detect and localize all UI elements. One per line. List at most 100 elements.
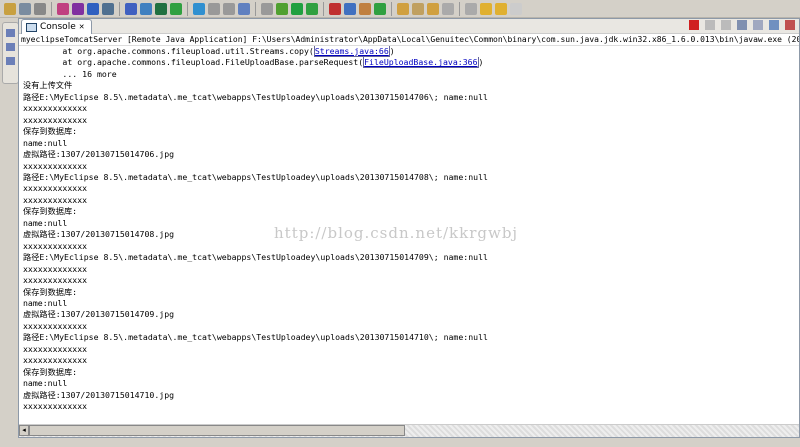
console-line: at org.apache.commons.fileupload.FileUpl… — [23, 57, 799, 69]
toolbar-button-icon[interactable] — [397, 2, 409, 15]
line-text: 虚拟路径:1307/20130715014709.jpg — [23, 309, 175, 320]
toolbar-button-icon[interactable] — [359, 2, 371, 15]
toolbar-button-icon[interactable] — [495, 2, 507, 15]
line-text: ... 16 more — [23, 68, 117, 79]
scroll-lock-button[interactable] — [753, 20, 763, 30]
console-line: xxxxxxxxxxxxx — [23, 344, 799, 355]
toolbar-button-icon[interactable] — [34, 2, 46, 15]
line-text: xxxxxxxxxxxxx — [23, 240, 88, 251]
toolbar-button-icon[interactable] — [155, 2, 167, 15]
line-text: 保存到数据库: — [23, 366, 78, 377]
display-console-button[interactable] — [785, 20, 795, 30]
toolbar-button-icon[interactable] — [102, 2, 114, 15]
terminate-button[interactable] — [689, 20, 699, 30]
console-line: name:null — [23, 378, 799, 389]
line-text: 保存到数据库: — [23, 126, 78, 137]
toolbar-button-icon[interactable] — [238, 2, 250, 15]
line-text: xxxxxxxxxxxxx — [23, 275, 88, 286]
console-line: xxxxxxxxxxxxx — [23, 195, 799, 206]
console-line: xxxxxxxxxxxxx — [23, 275, 799, 286]
line-text: xxxxxxxxxxxxx — [23, 194, 88, 205]
toolbar-button-icon[interactable] — [170, 2, 182, 15]
restore-icon[interactable] — [6, 29, 15, 37]
console-line: 虚拟路径:1307/20130715014706.jpg — [23, 149, 799, 160]
minimized-view-stack[interactable] — [2, 22, 19, 84]
line-text: 虚拟路径:1307/20130715014710.jpg — [23, 389, 175, 400]
toolbar-button-icon[interactable] — [374, 2, 386, 15]
close-icon[interactable]: ✕ — [79, 20, 85, 34]
tab-label: Console — [40, 22, 76, 32]
line-text: 保存到数据库: — [23, 286, 78, 297]
view-icon[interactable] — [6, 57, 15, 65]
pin-console-button[interactable] — [769, 20, 779, 30]
console-line: xxxxxxxxxxxxx — [23, 241, 799, 252]
toolbar-button-icon[interactable] — [276, 2, 288, 15]
line-text: ) — [389, 46, 395, 56]
toolbar-button-icon[interactable] — [223, 2, 235, 15]
toolbar-separator — [187, 1, 188, 16]
toolbar-separator — [119, 1, 120, 16]
toolbar-button-icon[interactable] — [125, 2, 137, 15]
console-line: 没有上传文件 — [23, 80, 799, 91]
console-line: 保存到数据库: — [23, 367, 799, 378]
console-line: 保存到数据库: — [23, 206, 799, 217]
console-line: 路径E:\MyEclipse 8.5\.metadata\.me_tcat\we… — [23, 252, 799, 263]
scrollbar-thumb[interactable] — [29, 425, 405, 436]
console-toolbar — [689, 20, 795, 30]
toolbar-button-icon[interactable] — [329, 2, 341, 15]
line-text: 路径E:\MyEclipse 8.5\.metadata\.me_tcat\we… — [23, 332, 488, 343]
line-text: 路径E:\MyEclipse 8.5\.metadata\.me_tcat\we… — [23, 252, 488, 263]
toolbar-button-icon[interactable] — [306, 2, 318, 15]
view-tab-bar: Console ✕ — [19, 19, 799, 34]
stacktrace-link[interactable]: FileUploadBase.java:366 — [363, 57, 479, 69]
line-text: xxxxxxxxxxxxx — [23, 160, 88, 171]
toolbar-button-icon[interactable] — [261, 2, 273, 15]
remove-all-button[interactable] — [721, 20, 731, 30]
line-text: name:null — [23, 297, 68, 308]
toolbar-button-icon[interactable] — [291, 2, 303, 15]
toolbar-button-icon[interactable] — [208, 2, 220, 15]
toolbar-button-icon[interactable] — [442, 2, 454, 15]
line-text: 路径E:\MyEclipse 8.5\.metadata\.me_tcat\we… — [23, 171, 488, 182]
line-text: xxxxxxxxxxxxx — [23, 103, 88, 114]
console-line: name:null — [23, 298, 799, 309]
toolbar-button-icon[interactable] — [344, 2, 356, 15]
toolbar-button-icon[interactable] — [412, 2, 424, 15]
console-line: xxxxxxxxxxxxx — [23, 115, 799, 126]
toolbar-button-icon[interactable] — [87, 2, 99, 15]
line-text: xxxxxxxxxxxxx — [23, 263, 88, 274]
tab-console[interactable]: Console ✕ — [21, 19, 92, 34]
toolbar-button-icon[interactable] — [510, 2, 522, 15]
clear-console-button[interactable] — [737, 20, 747, 30]
console-view: Console ✕ myeclipseTomcatServer [Remote … — [18, 18, 800, 438]
toolbar-button-icon[interactable] — [465, 2, 477, 15]
console-line: 虚拟路径:1307/20130715014709.jpg — [23, 309, 799, 320]
toolbar-button-icon[interactable] — [140, 2, 152, 15]
line-text: xxxxxxxxxxxxx — [23, 320, 88, 331]
line-text: xxxxxxxxxxxxx — [23, 343, 88, 354]
line-text: name:null — [23, 378, 68, 389]
stacktrace-link[interactable]: Streams.java:66 — [313, 46, 390, 57]
toolbar-button-icon[interactable] — [72, 2, 84, 15]
toolbar-button-icon[interactable] — [480, 2, 492, 15]
toolbar-button-icon[interactable] — [57, 2, 69, 15]
view-icon[interactable] — [6, 43, 15, 51]
line-text: 保存到数据库: — [23, 206, 78, 217]
console-line: xxxxxxxxxxxxx — [23, 103, 799, 114]
line-text: name:null — [23, 137, 68, 148]
remove-launch-button[interactable] — [705, 20, 715, 30]
toolbar-separator — [459, 1, 460, 16]
line-text: at org.apache.commons.fileupload.util.St… — [23, 46, 314, 56]
line-text: xxxxxxxxxxxxx — [23, 401, 88, 412]
console-line: ... 16 more — [23, 69, 799, 80]
toolbar-button-icon[interactable] — [193, 2, 205, 15]
toolbar-button-icon[interactable] — [4, 2, 16, 15]
toolbar-separator — [51, 1, 52, 16]
horizontal-scrollbar[interactable]: ◂ — [19, 424, 799, 437]
toolbar-separator — [255, 1, 256, 16]
toolbar-button-icon[interactable] — [19, 2, 31, 15]
console-line: name:null — [23, 138, 799, 149]
toolbar-button-icon[interactable] — [427, 2, 439, 15]
scroll-left-button[interactable]: ◂ — [19, 425, 29, 436]
toolbar-separator — [323, 1, 324, 16]
